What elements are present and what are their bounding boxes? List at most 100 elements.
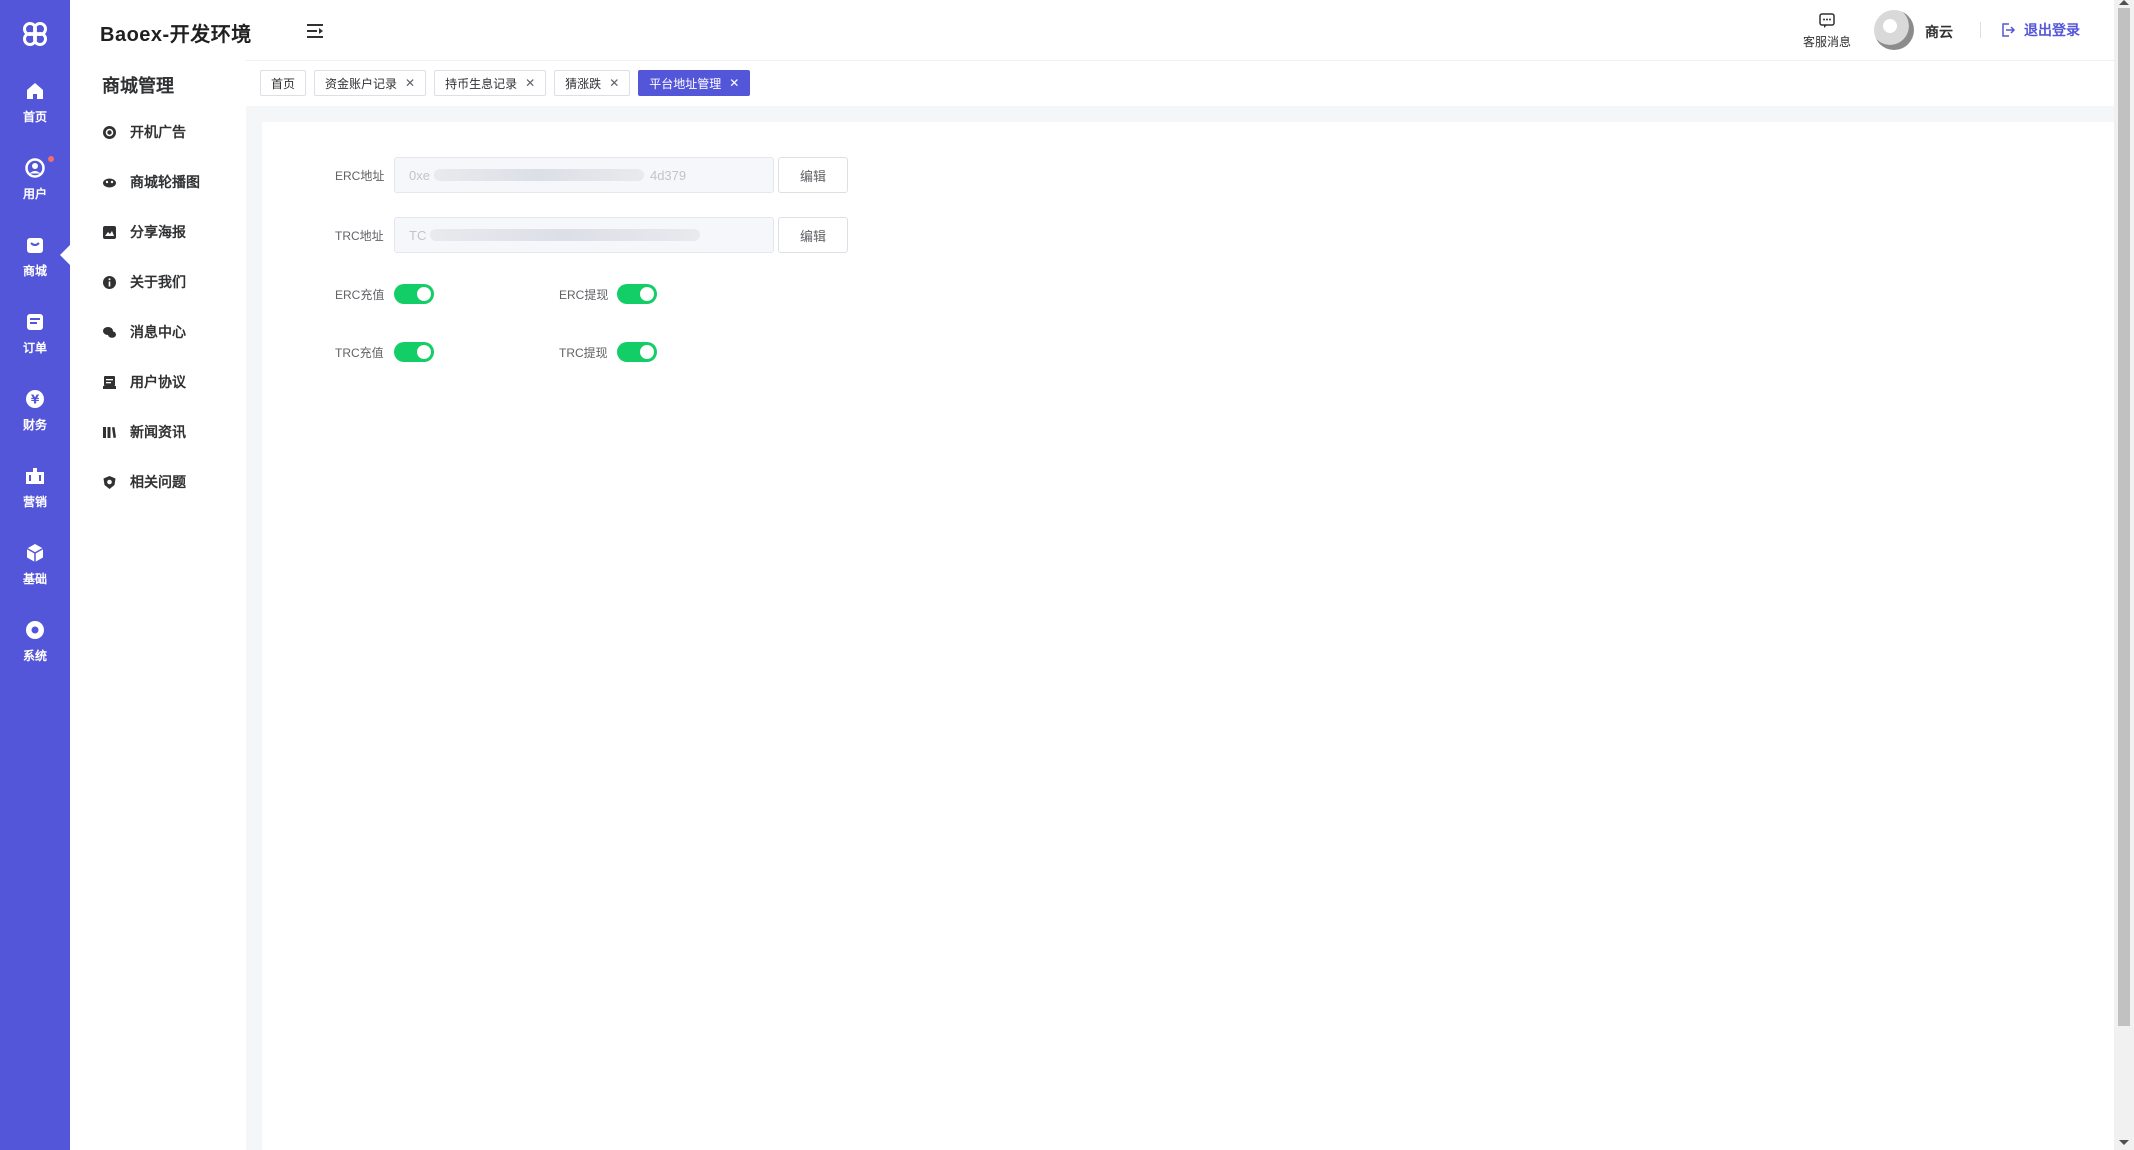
marketing-icon [26, 468, 44, 484]
rail-item-label: 首页 [22, 110, 47, 124]
rail-item-user[interactable]: 用户 [0, 147, 70, 217]
svg-text:¥: ¥ [31, 393, 40, 407]
rail-item-label: 营销 [22, 495, 47, 509]
address-panel: ERC地址 0xe 4d379 编辑 TRC地址 TC 编辑 ERC充值 ERC… [262, 122, 2114, 1150]
tab-coin-interest-records[interactable]: 持币生息记录 ✕ [434, 70, 547, 96]
sidebar-item-label: 商城轮播图 [130, 174, 200, 190]
logout-label: 退出登录 [2024, 22, 2080, 38]
sidebar-item-poster[interactable]: 分享海报 [102, 218, 186, 246]
sidebar-item-power-ad[interactable]: 开机广告 [102, 118, 186, 146]
sidebar-item-agreement[interactable]: 用户协议 [102, 368, 186, 396]
redacted-text [433, 169, 644, 181]
sidebar: Baoex-开发环境 商城管理 开机广告 商城轮播图 分享海报 关于我们 消息中… [70, 0, 251, 1150]
rail-item-basic[interactable]: 基础 [0, 532, 70, 602]
agreement-icon [103, 375, 116, 389]
logo-icon [23, 22, 47, 46]
app-brand: Baoex-开发环境 [100, 24, 252, 46]
tabs-bar: 首页 资金账户记录 ✕ 持币生息记录 ✕ 猜涨跌 ✕ 平台地址管理 ✕ [260, 70, 751, 96]
logout-button[interactable]: 退出登录 [2000, 20, 2080, 40]
rail-item-order[interactable]: 订单 [0, 301, 70, 371]
tab-guess-rise-fall[interactable]: 猜涨跌 ✕ [554, 70, 631, 96]
erc-address-tail: 4d379 [649, 167, 687, 183]
sidebar-title: 商城管理 [102, 76, 174, 96]
power-ad-icon [103, 125, 116, 139]
tab-platform-address[interactable]: 平台地址管理 ✕ [638, 70, 751, 96]
close-icon[interactable]: ✕ [405, 76, 415, 90]
sidebar-item-label: 相关问题 [130, 474, 186, 490]
scroll-thumb[interactable] [2118, 8, 2130, 1026]
erc-address-value: 0xe [409, 167, 430, 183]
trc-withdraw-label: TRC提现 [559, 346, 608, 360]
scroll-down-arrow-icon[interactable] [2119, 1140, 2129, 1145]
cube-icon [26, 544, 44, 562]
icon-rail: 首页 用户 商城 订单 ¥ 财务 营销 基础 系统 [0, 0, 70, 1150]
carousel-icon [103, 178, 116, 187]
scroll-up-arrow-icon[interactable] [2119, 0, 2129, 5]
sidebar-item-label: 消息中心 [130, 324, 186, 340]
chat-icon [103, 326, 116, 338]
sidebar-item-label: 关于我们 [130, 274, 186, 290]
trc-address-label: TRC地址 [335, 229, 384, 243]
sidebar-item-label: 用户协议 [130, 374, 186, 390]
rail-item-label: 用户 [22, 187, 47, 201]
redacted-text [430, 229, 701, 241]
erc-deposit-switch[interactable] [394, 284, 434, 304]
erc-address-input[interactable]: 0xe 4d379 [394, 157, 774, 193]
logout-icon [2002, 23, 2016, 37]
trc-deposit-label: TRC充值 [335, 346, 384, 360]
notification-dot [48, 156, 54, 162]
customer-service-button[interactable]: 客服消息 [1801, 12, 1853, 50]
avatar[interactable] [1874, 10, 1914, 50]
divider [1980, 22, 1981, 38]
erc-edit-button[interactable]: 编辑 [778, 157, 848, 193]
sidebar-item-news[interactable]: 新闻资讯 [102, 418, 186, 446]
vertical-scrollbar[interactable] [2114, 0, 2134, 1150]
erc-withdraw-switch[interactable] [617, 284, 657, 304]
user-icon [25, 158, 45, 178]
rail-item-label: 财务 [22, 418, 47, 432]
close-icon[interactable]: ✕ [525, 76, 535, 90]
rail-item-home[interactable]: 首页 [0, 70, 70, 140]
finance-icon: ¥ [26, 390, 44, 408]
tab-fund-account-records[interactable]: 资金账户记录 ✕ [314, 70, 427, 96]
trc-deposit-switch[interactable] [394, 342, 434, 362]
erc-address-label: ERC地址 [335, 169, 385, 183]
order-icon [27, 314, 43, 330]
rail-item-label: 系统 [22, 649, 47, 663]
sidebar-item-carousel[interactable]: 商城轮播图 [102, 168, 200, 196]
active-indicator [60, 245, 70, 265]
sidebar-item-about[interactable]: 关于我们 [102, 268, 186, 296]
image-icon [103, 225, 116, 239]
sidebar-item-label: 分享海报 [130, 224, 186, 240]
close-icon[interactable]: ✕ [609, 76, 619, 90]
trc-withdraw-switch[interactable] [617, 342, 657, 362]
collapse-menu-icon[interactable] [306, 22, 324, 40]
header-divider [246, 60, 2114, 61]
trc-address-value: TC [409, 227, 427, 243]
info-icon [103, 275, 116, 289]
tab-home[interactable]: 首页 [260, 70, 307, 96]
rail-item-system[interactable]: 系统 [0, 609, 70, 679]
username[interactable]: 商云 [1925, 22, 1953, 42]
customer-service-label: 客服消息 [1802, 35, 1851, 49]
tab-label: 首页 [271, 76, 296, 91]
erc-deposit-label: ERC充值 [335, 288, 385, 302]
erc-withdraw-label: ERC提现 [559, 288, 609, 302]
close-icon[interactable]: ✕ [729, 76, 739, 90]
rail-item-label: 订单 [22, 341, 47, 355]
news-icon [103, 426, 116, 438]
tab-label: 持币生息记录 [445, 76, 518, 91]
rail-item-label: 基础 [22, 572, 47, 586]
settings-icon [26, 621, 44, 639]
sidebar-item-faq[interactable]: 相关问题 [102, 468, 186, 496]
tab-label: 资金账户记录 [325, 76, 398, 91]
sidebar-item-label: 开机广告 [130, 124, 186, 140]
sidebar-item-messages[interactable]: 消息中心 [102, 318, 186, 346]
tab-label: 猜涨跌 [565, 76, 602, 91]
question-icon [103, 475, 116, 489]
trc-edit-button[interactable]: 编辑 [778, 217, 848, 253]
trc-address-input[interactable]: TC [394, 217, 774, 253]
rail-item-marketing[interactable]: 营销 [0, 455, 70, 525]
tab-label: 平台地址管理 [649, 76, 722, 91]
rail-item-finance[interactable]: ¥ 财务 [0, 378, 70, 448]
